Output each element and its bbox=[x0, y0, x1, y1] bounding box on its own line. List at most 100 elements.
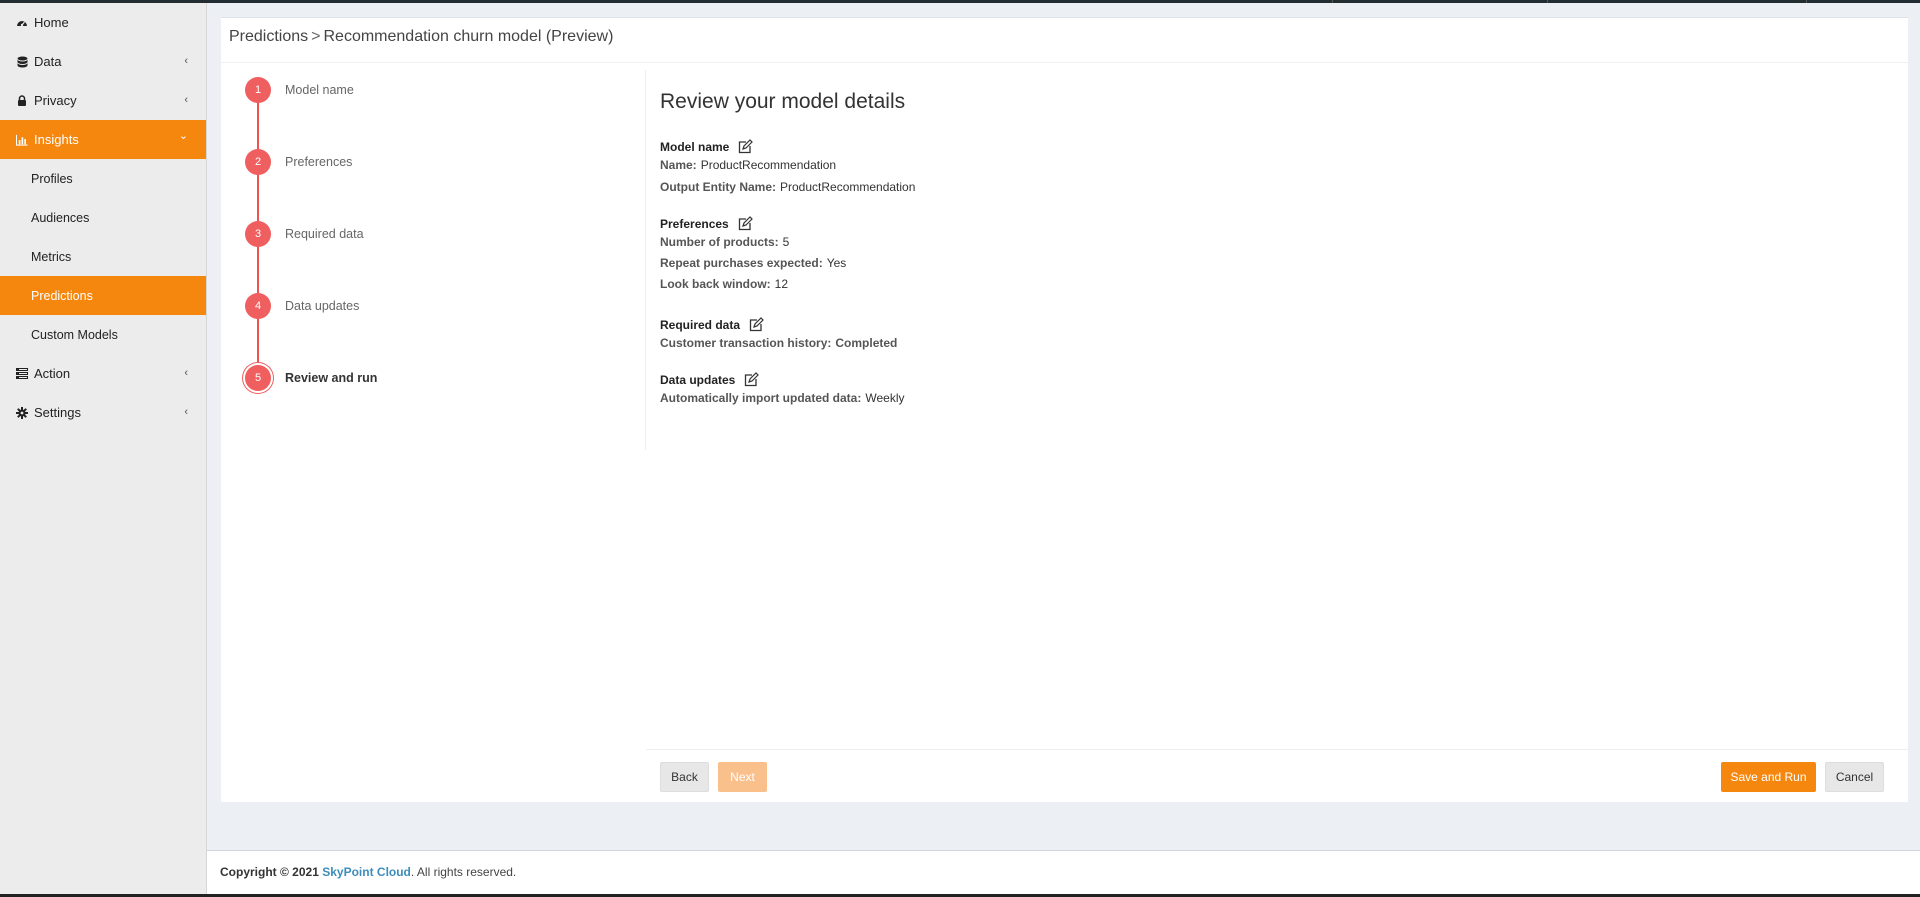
chevron-left-icon: ‹ bbox=[184, 367, 188, 379]
sidebar-item-home[interactable]: Home bbox=[0, 3, 206, 42]
next-button[interactable]: Next bbox=[718, 762, 767, 792]
step-number: 1 bbox=[245, 77, 271, 103]
field-value: Yes bbox=[826, 256, 847, 270]
step-review-and-run[interactable]: 5 Review and run bbox=[245, 365, 545, 393]
section-required-data: Required data Customer transaction histo… bbox=[660, 316, 1260, 353]
step-number: 2 bbox=[245, 149, 271, 175]
field-value: Weekly bbox=[865, 391, 905, 405]
top-bar bbox=[0, 0, 1920, 3]
sidebar: Home Data ‹ Privacy ‹ Insights ⌄ Profile… bbox=[0, 3, 207, 897]
sidebar-item-settings[interactable]: Settings ‹ bbox=[0, 393, 206, 432]
section-title: Required data bbox=[660, 316, 1260, 333]
sidebar-item-label: Insights bbox=[34, 132, 79, 147]
sidebar-item-label: Privacy bbox=[34, 93, 77, 108]
step-number: 4 bbox=[245, 293, 271, 319]
sidebar-subitem-predictions[interactable]: Predictions bbox=[0, 276, 206, 315]
step-preferences[interactable]: 2 Preferences bbox=[245, 149, 545, 177]
sidebar-item-label: Settings bbox=[34, 405, 81, 420]
top-bar-divider bbox=[1332, 0, 1333, 3]
breadcrumb-current: Recommendation churn model (Preview) bbox=[323, 28, 614, 45]
step-number: 5 bbox=[245, 365, 271, 391]
section-preferences: Preferences Number of products: 5 Repeat … bbox=[660, 215, 1260, 294]
top-bar-divider bbox=[1806, 0, 1807, 3]
chevron-left-icon: ‹ bbox=[184, 94, 188, 106]
sidebar-item-label: Home bbox=[34, 15, 69, 30]
step-label: Data updates bbox=[285, 299, 360, 313]
brand-link[interactable]: SkyPoint Cloud bbox=[322, 865, 411, 879]
step-model-name[interactable]: 1 Model name bbox=[245, 77, 545, 105]
field-value: ProductRecommendation bbox=[700, 158, 837, 172]
section-title-text: Model name bbox=[660, 139, 730, 154]
edit-icon[interactable] bbox=[743, 371, 760, 388]
section-title-text: Required data bbox=[660, 317, 741, 332]
page-footer: Copyright © 2021 SkyPoint Cloud. All rig… bbox=[207, 850, 1920, 895]
field-value: 12 bbox=[774, 277, 789, 291]
dashboard-icon bbox=[16, 17, 28, 29]
look-back-row: Look back window: 12 bbox=[660, 274, 1260, 294]
breadcrumb-separator: > bbox=[311, 28, 321, 45]
vertical-divider bbox=[645, 70, 646, 450]
field-value: ProductRecommendation bbox=[780, 180, 916, 194]
breadcrumb: Predictions > Recommendation churn model (… bbox=[229, 28, 613, 46]
divider bbox=[646, 749, 1908, 750]
sidebar-subitem-audiences[interactable]: Audiences bbox=[0, 198, 206, 237]
save-and-run-button[interactable]: Save and Run bbox=[1721, 762, 1816, 792]
chevron-down-icon: ⌄ bbox=[178, 130, 188, 142]
step-number: 3 bbox=[245, 221, 271, 247]
sidebar-item-privacy[interactable]: Privacy ‹ bbox=[0, 81, 206, 120]
products-row: Number of products: 5 bbox=[660, 232, 1260, 252]
model-name-row: Name: ProductRecommendation bbox=[660, 155, 1260, 175]
repeat-purchases-row: Repeat purchases expected: Yes bbox=[660, 253, 1260, 273]
copyright-label: Copyright © 2021 bbox=[220, 865, 319, 879]
field-key: Name: bbox=[660, 158, 697, 172]
field-value: Completed bbox=[835, 336, 898, 350]
edit-icon[interactable] bbox=[737, 138, 754, 155]
section-data-updates: Data updates Automatically import update… bbox=[660, 371, 1260, 408]
section-model-name: Model name Name: ProductRecommendation Ou… bbox=[660, 138, 1260, 197]
section-title-text: Preferences bbox=[660, 216, 729, 231]
sidebar-item-data[interactable]: Data ‹ bbox=[0, 42, 206, 81]
edit-icon[interactable] bbox=[748, 316, 764, 333]
database-icon bbox=[16, 56, 28, 68]
section-title: Data updates bbox=[660, 371, 1260, 388]
field-key: Look back window: bbox=[660, 277, 771, 291]
step-label: Model name bbox=[285, 83, 354, 97]
review-details: Review your model details Model name Nam… bbox=[660, 90, 1260, 405]
field-key: Repeat purchases expected: bbox=[660, 256, 823, 270]
divider bbox=[221, 62, 1908, 63]
sidebar-item-label: Data bbox=[34, 54, 62, 69]
lock-icon bbox=[16, 94, 28, 107]
bar-chart-icon bbox=[16, 134, 28, 146]
main-card: Predictions > Recommendation churn model (… bbox=[221, 17, 1908, 802]
breadcrumb-parent[interactable]: Predictions bbox=[229, 28, 308, 45]
section-title: Model name bbox=[660, 138, 1260, 155]
step-data-updates[interactable]: 4 Data updates bbox=[245, 293, 545, 321]
sidebar-item-action[interactable]: Action ‹ bbox=[0, 354, 206, 393]
sidebar-item-insights[interactable]: Insights ⌄ bbox=[0, 120, 206, 159]
field-key: Customer transaction history: bbox=[660, 336, 832, 350]
field-key: Output Entity Name: bbox=[660, 180, 776, 194]
sidebar-item-label: Action bbox=[34, 366, 71, 381]
sidebar-subitem-custom-models[interactable]: Custom Models bbox=[0, 315, 206, 354]
chevron-left-icon: ‹ bbox=[184, 406, 188, 418]
field-key: Automatically import updated data: bbox=[660, 391, 862, 405]
rights-text: . All rights reserved. bbox=[410, 865, 517, 879]
cancel-button[interactable]: Cancel bbox=[1825, 762, 1884, 792]
step-label: Review and run bbox=[285, 371, 378, 385]
output-entity-row: Output Entity Name: ProductRecommendation bbox=[660, 177, 1260, 197]
edit-icon[interactable] bbox=[737, 215, 753, 232]
sidebar-subitem-profiles[interactable]: Profiles bbox=[0, 159, 206, 198]
top-bar-divider bbox=[1547, 0, 1548, 3]
field-key: Number of products: bbox=[660, 235, 779, 249]
copyright-text: Copyright © 2021 SkyPoint Cloud. All rig… bbox=[220, 865, 516, 879]
chevron-left-icon: ‹ bbox=[184, 55, 188, 67]
auto-import-row: Automatically import updated data: Weekly bbox=[660, 388, 1260, 408]
back-button[interactable]: Back bbox=[660, 762, 709, 792]
section-title-text: Data updates bbox=[660, 372, 736, 387]
field-value: 5 bbox=[782, 235, 790, 249]
review-title: Review your model details bbox=[660, 90, 906, 113]
transaction-history-row: Customer transaction history: Completed bbox=[660, 333, 1260, 353]
section-title: Preferences bbox=[660, 215, 1260, 232]
sidebar-subitem-metrics[interactable]: Metrics bbox=[0, 237, 206, 276]
step-required-data[interactable]: 3 Required data bbox=[245, 221, 545, 249]
